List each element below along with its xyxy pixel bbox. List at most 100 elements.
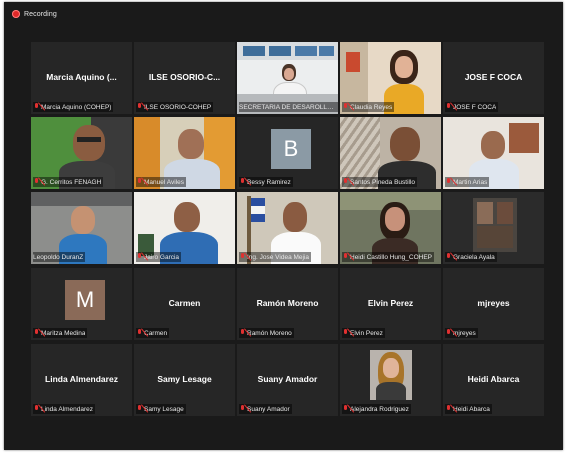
participant-footer: mjreyes: [445, 328, 478, 338]
participant-tile[interactable]: Carmen Carmen: [134, 268, 235, 340]
muted-mic-icon: [342, 404, 348, 414]
participant-name: Jairo Garcia: [144, 253, 180, 261]
participant-footer: Marcia Aquino (COHEP): [33, 102, 114, 112]
participant-tile[interactable]: Manuel Aviles: [134, 117, 235, 189]
participant-footer: Jairo Garcia: [136, 252, 182, 262]
participant-display-name: Suany Amador: [257, 374, 318, 384]
participant-tile[interactable]: Graciela Ayala: [443, 192, 544, 264]
participant-footer: Leopoldo DuranZ: [33, 252, 86, 262]
participant-name: Santos Pineda Bustillo: [350, 178, 416, 186]
muted-mic-icon: [342, 177, 348, 187]
muted-mic-icon: [445, 252, 451, 262]
participant-display-name: Linda Almendarez: [45, 374, 118, 384]
participant-footer: Elvin Perez: [342, 328, 385, 338]
participant-display-name: Marcia Aquino (...: [46, 72, 117, 82]
recording-indicator[interactable]: Recording: [12, 8, 57, 20]
participant-display-name: Elvin Perez: [367, 298, 414, 308]
participant-name: Alejandra Rodriguez: [350, 405, 409, 413]
participant-footer: Bessy Ramirez: [239, 177, 293, 187]
muted-mic-icon: [445, 328, 451, 338]
muted-mic-icon: [342, 328, 348, 338]
participant-tile[interactable]: ILSE OSORIO-C... ILSE OSORIO-COHEP: [134, 42, 235, 114]
participant-name: SECRETARIA DE DESAROLLO E...: [239, 103, 336, 111]
participant-tile[interactable]: Alejandra Rodriguez: [340, 344, 441, 416]
recording-dot-icon: [12, 10, 20, 18]
participant-name: Martin Arias: [453, 178, 488, 186]
muted-mic-icon: [136, 102, 142, 112]
participant-tile[interactable]: JOSE F COCA JOSE F COCA: [443, 42, 544, 114]
participant-footer: Martin Arias: [445, 177, 490, 187]
participant-footer: Manuel Aviles: [136, 177, 186, 187]
participant-name: Graciela Ayala: [453, 253, 495, 261]
participant-name: Manuel Aviles: [144, 178, 184, 186]
muted-mic-icon: [136, 177, 142, 187]
participant-footer: G. Cerritos FENAGH: [33, 177, 104, 187]
participant-tile[interactable]: Elvin Perez Elvin Perez: [340, 268, 441, 340]
participant-footer: SECRETARIA DE DESAROLLO E...: [239, 102, 338, 112]
participant-footer: Santos Pineda Bustillo: [342, 177, 418, 187]
zoom-meeting-window: Recording Marcia Aquino (... Marcia Aqui…: [4, 2, 563, 450]
muted-mic-icon: [33, 177, 39, 187]
participant-display-name: ILSE OSORIO-C...: [148, 72, 221, 82]
participant-footer: Maritza Medina: [33, 328, 88, 338]
participant-footer: Graciela Ayala: [445, 252, 497, 262]
participant-tile[interactable]: B Bessy Ramirez: [237, 117, 338, 189]
participant-tile[interactable]: Heidi Castillo Hung_COHEP: [340, 192, 441, 264]
participant-tile[interactable]: Leopoldo DuranZ: [31, 192, 132, 264]
muted-mic-icon: [136, 328, 142, 338]
muted-mic-icon: [239, 328, 245, 338]
participant-name: Ramón Moreno: [247, 329, 292, 337]
participant-display-name: Ramón Moreno: [256, 298, 319, 308]
muted-mic-icon: [239, 404, 245, 414]
participant-tile[interactable]: Jairo Garcia: [134, 192, 235, 264]
muted-mic-icon: [239, 177, 245, 187]
participant-footer: Claudia Reyes: [342, 102, 395, 112]
participant-name: Samy Lesage: [144, 405, 184, 413]
participant-display-name: Heidi Abarca: [467, 374, 520, 384]
participant-name: Marcia Aquino (COHEP): [41, 103, 112, 111]
participant-footer: Carmen: [136, 328, 170, 338]
participant-name: Elvin Perez: [350, 329, 383, 337]
participant-footer: Ramón Moreno: [239, 328, 294, 338]
participant-tile[interactable]: G. Cerritos FENAGH: [31, 117, 132, 189]
participant-tile[interactable]: Suany Amador Suany Amador: [237, 344, 338, 416]
participant-tile[interactable]: Claudia Reyes: [340, 42, 441, 114]
participant-name: Heidi Abarca: [453, 405, 490, 413]
participant-tile[interactable]: Santos Pineda Bustillo: [340, 117, 441, 189]
muted-mic-icon: [342, 102, 348, 112]
participant-tile-active-speaker[interactable]: SECRETARIA DE DESAROLLO E...: [237, 42, 338, 114]
muted-mic-icon: [33, 328, 39, 338]
participant-footer: Suany Amador: [239, 404, 292, 414]
participant-footer: Alejandra Rodriguez: [342, 404, 411, 414]
participant-footer: Heidi Abarca: [445, 404, 492, 414]
participant-footer: JOSE F COCA: [445, 102, 499, 112]
participant-name: ILSE OSORIO-COHEP: [144, 103, 212, 111]
avatar: M: [65, 280, 105, 320]
participant-tile[interactable]: Heidi Abarca Heidi Abarca: [443, 344, 544, 416]
participant-footer: ILSE OSORIO-COHEP: [136, 102, 214, 112]
muted-mic-icon: [136, 404, 142, 414]
participant-name: Heidi Castillo Hung_COHEP: [350, 253, 433, 261]
participant-footer: Linda Almendarez: [33, 404, 96, 414]
participant-footer: Samy Lesage: [136, 404, 186, 414]
participant-name: Suany Amador: [247, 405, 290, 413]
muted-mic-icon: [342, 252, 348, 262]
participant-display-name: Carmen: [168, 298, 201, 308]
participant-name: G. Cerritos FENAGH: [41, 178, 102, 186]
recording-label: Recording: [24, 10, 57, 18]
participant-tile[interactable]: Martin Arias: [443, 117, 544, 189]
participant-tile[interactable]: M Maritza Medina: [31, 268, 132, 340]
participant-name: Ing. Jose Videa Mejia: [247, 253, 310, 261]
participant-display-name: Samy Lesage: [157, 374, 212, 384]
participant-tile[interactable]: Samy Lesage Samy Lesage: [134, 344, 235, 416]
participant-name: Claudia Reyes: [350, 103, 393, 111]
muted-mic-icon: [239, 252, 245, 262]
participant-name: Linda Almendarez: [41, 405, 94, 413]
participant-tile[interactable]: Ramón Moreno Ramón Moreno: [237, 268, 338, 340]
participant-name: Bessy Ramirez: [247, 178, 291, 186]
participant-tile[interactable]: Linda Almendarez Linda Almendarez: [31, 344, 132, 416]
participant-tile[interactable]: mjreyes mjreyes: [443, 268, 544, 340]
participant-tile[interactable]: Marcia Aquino (... Marcia Aquino (COHEP): [31, 42, 132, 114]
participant-display-name: JOSE F COCA: [464, 72, 523, 82]
participant-tile[interactable]: Ing. Jose Videa Mejia: [237, 192, 338, 264]
